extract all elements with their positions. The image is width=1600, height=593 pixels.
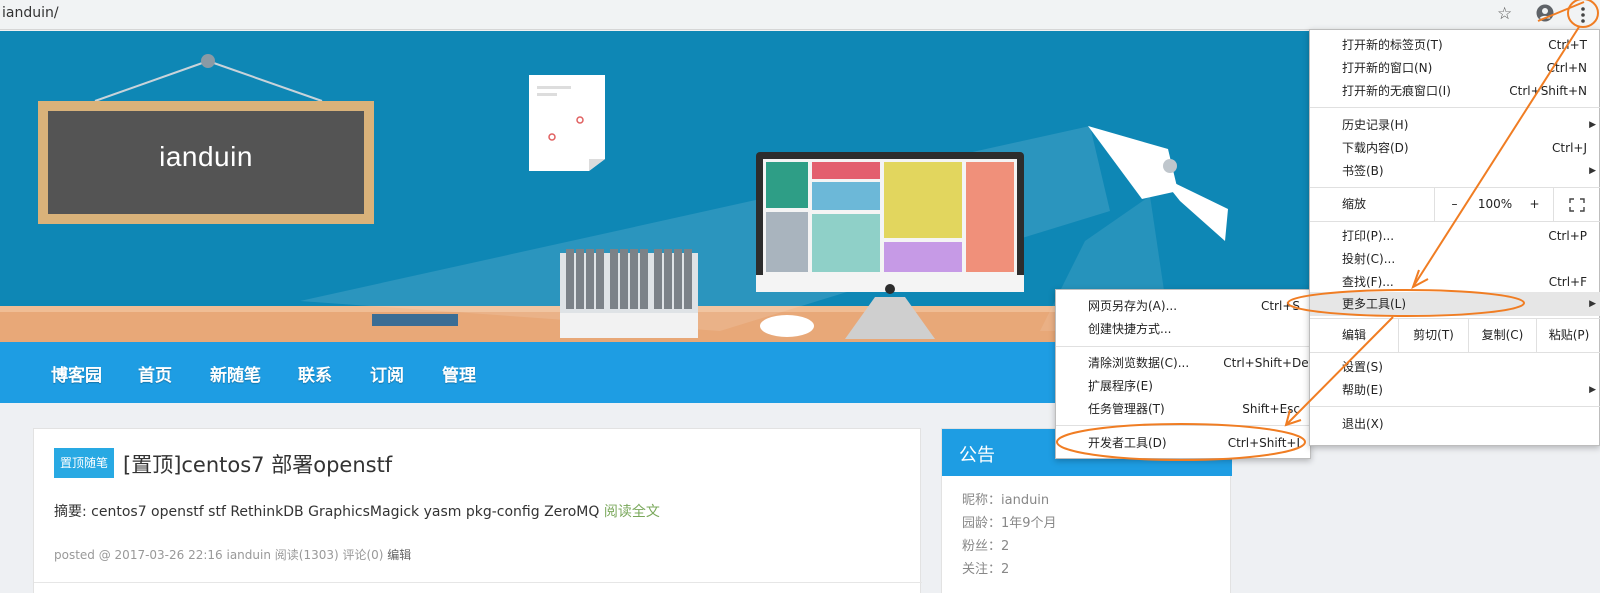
- fullscreen-button[interactable]: [1556, 188, 1598, 221]
- menu-item-new-window[interactable]: 打开新的窗口(N) Ctrl+N: [1342, 57, 1587, 80]
- post-title[interactable]: [置顶]centos7 部署openstf: [123, 449, 392, 479]
- notice-follow: 关注：2: [962, 562, 1010, 577]
- post-divider: [34, 582, 922, 583]
- menu-item-devtools[interactable]: 开发者工具(D) Ctrl+Shift+I: [1088, 432, 1300, 455]
- menu-edit-row: 编辑 剪切(T) 复制(C) 粘贴(P): [1310, 319, 1600, 352]
- menu-separator: [1310, 352, 1600, 353]
- paste-button[interactable]: 粘贴(P): [1536, 319, 1600, 352]
- kebab-menu-icon: [1581, 7, 1585, 23]
- menu-item-save-page[interactable]: 网页另存为(A)... Ctrl+S: [1088, 295, 1300, 318]
- fullscreen-icon: [1569, 197, 1585, 212]
- post-summary: 摘要: centos7 openstf stf RethinkDB Graphi…: [54, 501, 660, 521]
- notice-fans: 粉丝：2: [962, 539, 1010, 554]
- submenu-arrow-icon: ▶: [1589, 166, 1596, 176]
- edit-label: 编辑: [1342, 328, 1367, 342]
- menu-zoom-row: 缩放 – 100% +: [1310, 188, 1600, 221]
- post-meta-text: posted @ 2017-03-26 22:16 ianduin 阅读(130…: [54, 548, 388, 562]
- post-meta: posted @ 2017-03-26 22:16 ianduin 阅读(130…: [54, 546, 411, 563]
- zoom-level: 100%: [1477, 197, 1513, 211]
- submenu-arrow-icon: ▶: [1589, 385, 1596, 395]
- copy-button[interactable]: 复制(C): [1468, 319, 1536, 352]
- menu-item-task-manager[interactable]: 任务管理器(T) Shift+Esc: [1088, 398, 1300, 421]
- menu-item-create-shortcut[interactable]: 创建快捷方式...: [1088, 318, 1300, 341]
- nav-item-new-post[interactable]: 新随笔: [210, 361, 261, 386]
- pinned-badge: 置顶随笔: [54, 448, 114, 478]
- nav-item-subscribe[interactable]: 订阅: [370, 361, 404, 386]
- menu-item-cast[interactable]: 投射(C)...: [1342, 248, 1587, 271]
- menu-item-downloads[interactable]: 下载内容(D) Ctrl+J: [1342, 137, 1587, 160]
- menu-item-clear-data[interactable]: 清除浏览数据(C)... Ctrl+Shift+Del: [1088, 352, 1312, 375]
- menu-item-history[interactable]: 历史记录(H) ▶: [1342, 114, 1596, 137]
- account-circle-icon[interactable]: [1536, 4, 1554, 22]
- menu-item-exit[interactable]: 退出(X): [1342, 413, 1587, 436]
- submenu-arrow-icon: ▶: [1589, 299, 1596, 309]
- menu-separator: [1056, 346, 1312, 347]
- menu-item-help[interactable]: 帮助(E) ▶: [1342, 379, 1596, 402]
- notice-nickname: 昵称：ianduin: [962, 493, 1050, 508]
- menu-separator: [1056, 425, 1312, 426]
- notice-age: 园龄：1年9个月: [962, 516, 1057, 531]
- menu-item-more-tools[interactable]: 更多工具(L) ▶: [1342, 293, 1596, 316]
- nav-item-home[interactable]: 首页: [138, 361, 172, 386]
- url-text[interactable]: ianduin/: [2, 5, 59, 21]
- menu-separator: [1310, 406, 1600, 407]
- nav-item-cnblogs[interactable]: 博客园: [51, 361, 102, 386]
- menu-item-find[interactable]: 查找(F)... Ctrl+F: [1342, 271, 1587, 294]
- post-card: 置顶随笔 [置顶]centos7 部署openstf 摘要: centos7 o…: [33, 428, 922, 593]
- menu-item-print[interactable]: 打印(P)... Ctrl+P: [1342, 225, 1587, 248]
- submenu-arrow-icon: ▶: [1589, 120, 1596, 130]
- menu-item-new-tab[interactable]: 打开新的标签页(T) Ctrl+T: [1342, 34, 1587, 57]
- menu-separator: [1310, 221, 1600, 222]
- nav-item-manage[interactable]: 管理: [442, 361, 476, 386]
- menu-item-settings[interactable]: 设置(S): [1342, 356, 1587, 379]
- zoom-label: 缩放: [1342, 197, 1367, 211]
- screenshot-root: ianduin/ ☆ ianduin 博客园 首页 新随笔 联系 订阅 管理 置…: [0, 0, 1600, 593]
- edit-link[interactable]: 编辑: [387, 548, 411, 562]
- zoom-out-button[interactable]: –: [1434, 188, 1474, 221]
- kebab-menu-button[interactable]: [1566, 0, 1600, 29]
- cut-button[interactable]: 剪切(T): [1398, 319, 1468, 352]
- address-bar[interactable]: ianduin/ ☆: [0, 0, 1600, 30]
- read-more-link[interactable]: 阅读全文: [604, 504, 660, 520]
- star-icon[interactable]: ☆: [1497, 4, 1512, 24]
- notice-title: 公告: [959, 445, 995, 466]
- menu-item-bookmarks[interactable]: 书签(B) ▶: [1342, 160, 1596, 183]
- menu-item-new-incognito[interactable]: 打开新的无痕窗口(I) Ctrl+Shift+N: [1342, 80, 1587, 103]
- summary-label: 摘要:: [54, 504, 87, 520]
- nav-item-contact[interactable]: 联系: [298, 361, 332, 386]
- chrome-main-menu: 打开新的标签页(T) Ctrl+T 打开新的窗口(N) Ctrl+N 打开新的无…: [1309, 29, 1600, 446]
- blog-title[interactable]: ianduin: [40, 141, 372, 173]
- summary-text: centos7 openstf stf RethinkDB GraphicsMa…: [86, 504, 604, 520]
- zoom-in-button[interactable]: +: [1516, 188, 1554, 221]
- more-tools-submenu: 网页另存为(A)... Ctrl+S 创建快捷方式... 清除浏览数据(C)..…: [1055, 289, 1312, 459]
- menu-separator: [1310, 107, 1600, 108]
- menu-item-extensions[interactable]: 扩展程序(E): [1088, 375, 1300, 398]
